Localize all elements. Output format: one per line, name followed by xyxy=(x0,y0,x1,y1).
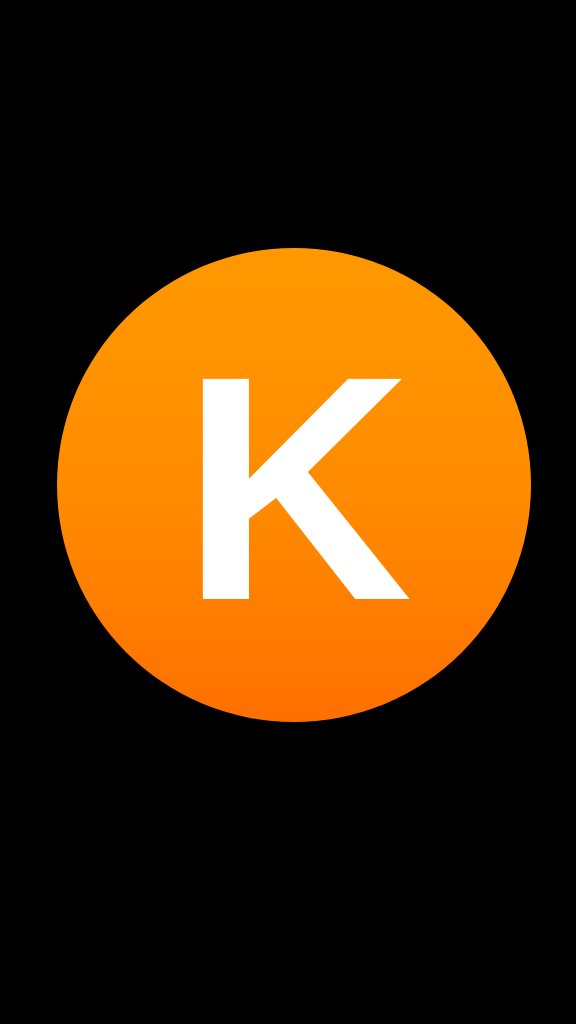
app-logo: K xyxy=(57,248,531,722)
splash-screen: K xyxy=(0,0,576,1024)
app-logo-letter: K xyxy=(181,309,413,667)
